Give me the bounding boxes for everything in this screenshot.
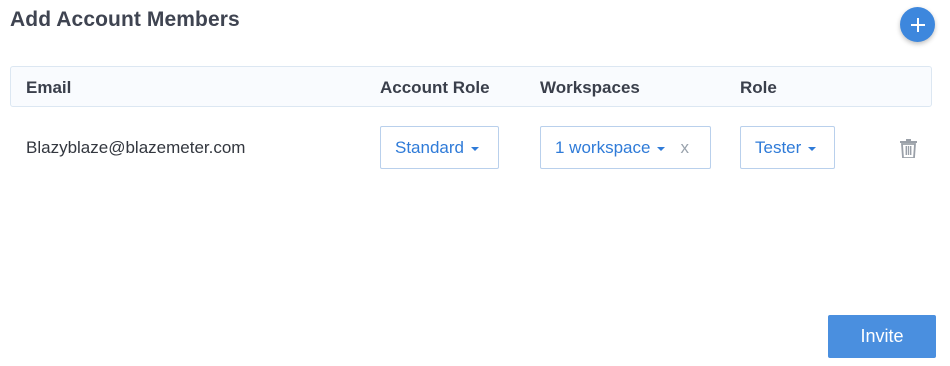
table-header: Email Account Role Workspaces Role <box>10 66 932 107</box>
caret-down-icon <box>471 146 479 151</box>
column-header-workspaces: Workspaces <box>540 78 640 97</box>
add-account-members-dialog: Add Account Members Email Account Role W… <box>0 0 950 366</box>
caret-down-icon <box>808 146 817 151</box>
workspaces-dropdown[interactable]: 1 workspace x <box>540 126 711 169</box>
column-header-email: Email <box>26 78 72 97</box>
role-value: Tester <box>755 137 802 157</box>
role-dropdown[interactable]: Tester <box>740 126 835 169</box>
column-header-role: Role <box>740 78 777 97</box>
caret-down-icon <box>657 146 666 151</box>
account-role-dropdown[interactable]: Standard <box>380 126 499 169</box>
add-member-button[interactable] <box>900 7 935 42</box>
workspaces-value: 1 workspace <box>555 137 651 157</box>
plus-icon <box>910 17 925 32</box>
clear-workspaces-button[interactable]: x <box>680 138 689 158</box>
member-email: Blazyblaze@blazemeter.com <box>26 138 246 157</box>
trash-icon[interactable] <box>900 139 917 158</box>
page-title: Add Account Members <box>10 8 240 31</box>
invite-button[interactable]: Invite <box>828 315 936 358</box>
account-role-value: Standard <box>395 137 464 157</box>
column-header-account-role: Account Role <box>380 78 490 97</box>
